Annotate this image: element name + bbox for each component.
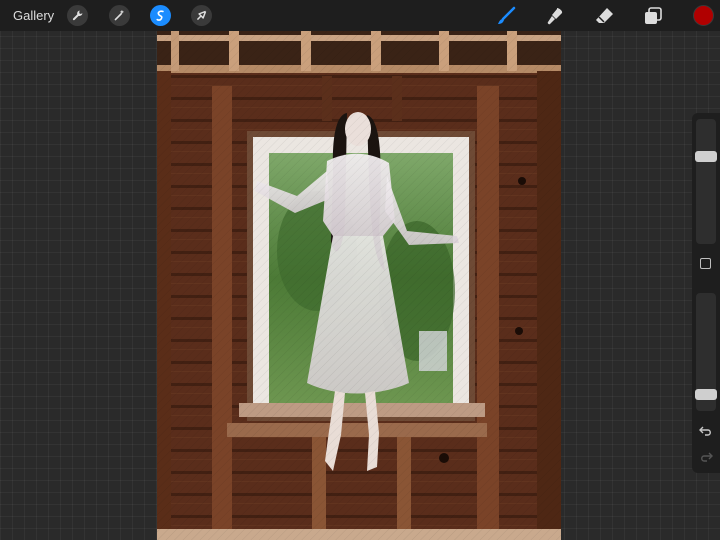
smudge-icon xyxy=(547,8,563,25)
brush-size-thumb[interactable] xyxy=(695,151,717,162)
undo-icon xyxy=(699,426,711,436)
actions-button[interactable] xyxy=(67,5,88,26)
layers-button[interactable] xyxy=(642,5,664,27)
undo-button[interactable] xyxy=(698,423,714,439)
smudge-button[interactable] xyxy=(544,5,566,27)
redo-icon xyxy=(701,452,713,462)
adjustments-button[interactable] xyxy=(109,5,130,26)
layers-icon xyxy=(645,7,662,24)
eraser-icon xyxy=(596,8,613,23)
gallery-button[interactable]: Gallery xyxy=(13,8,54,23)
modify-button[interactable] xyxy=(700,258,711,269)
drawing-canvas[interactable] xyxy=(157,31,561,540)
selection-button[interactable] xyxy=(150,5,171,26)
sidebar xyxy=(692,113,720,473)
magic-wand-icon xyxy=(114,9,125,21)
color-picker-button[interactable] xyxy=(693,5,714,26)
brush-icon xyxy=(498,6,516,24)
wrench-icon xyxy=(72,10,83,21)
redo-button[interactable] xyxy=(698,449,714,465)
eraser-button[interactable] xyxy=(593,5,615,27)
opacity-slider[interactable] xyxy=(695,293,717,411)
transform-button[interactable] xyxy=(191,5,212,26)
opacity-thumb[interactable] xyxy=(695,389,717,400)
top-toolbar: Gallery xyxy=(0,0,720,31)
brush-size-slider[interactable] xyxy=(695,119,717,244)
transform-arrow-icon xyxy=(196,10,207,21)
brush-button[interactable] xyxy=(495,5,517,27)
canvas-artwork xyxy=(157,31,561,540)
selection-icon xyxy=(156,10,164,21)
